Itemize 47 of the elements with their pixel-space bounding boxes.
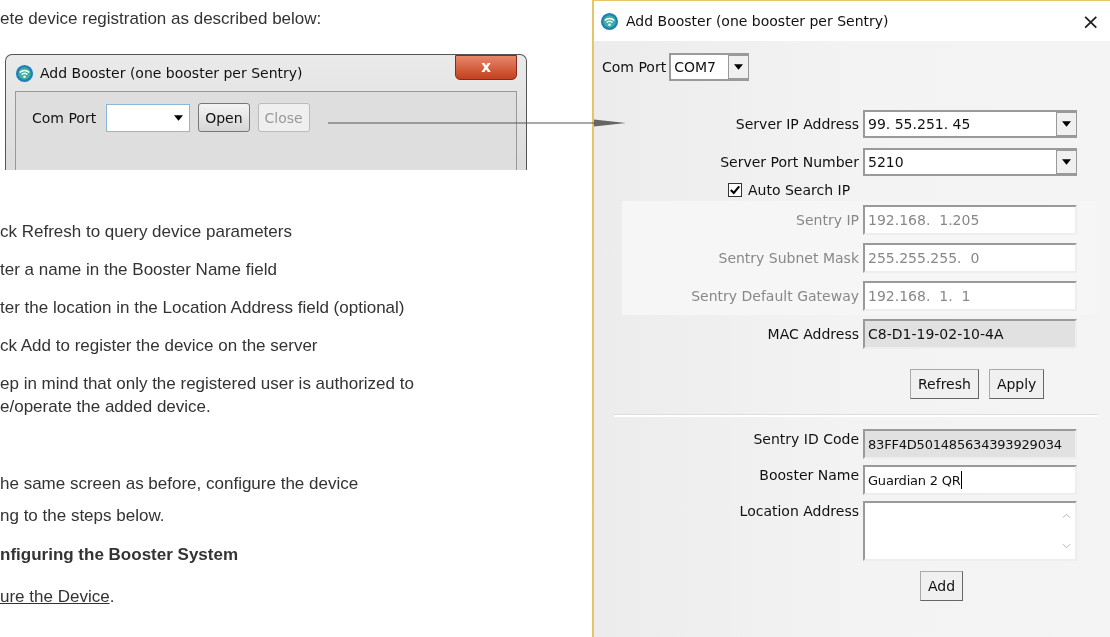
add-button[interactable]: Add bbox=[920, 571, 964, 601]
punctuation-text: . bbox=[109, 587, 115, 606]
com-port-dropdown[interactable]: COM7 bbox=[669, 53, 750, 81]
dialog-button[interactable]: Open bbox=[198, 103, 250, 132]
field-label: Server IP Address bbox=[734, 116, 859, 132]
field-label: Server Port Number bbox=[719, 154, 859, 170]
close-button[interactable]: × bbox=[1075, 8, 1106, 34]
readonly-field[interactable]: C8-D1-19-02-10-4A bbox=[863, 319, 1077, 349]
field-label: Sentry Default Gateway bbox=[690, 288, 859, 304]
readonly-field[interactable]: 83FF4D501485634393929034 bbox=[863, 429, 1077, 459]
caret-icon bbox=[1062, 121, 1071, 127]
step-text: ck Refresh to query device parameters bbox=[0, 221, 293, 243]
intro-text: ete device registration as described below: bbox=[0, 8, 323, 30]
app-icon bbox=[600, 11, 619, 31]
field-label: Sentry IP bbox=[795, 212, 859, 228]
field-label: Location Address bbox=[738, 502, 859, 519]
caret-icon bbox=[1062, 159, 1071, 165]
com-port-dropdown[interactable] bbox=[106, 103, 191, 132]
dropdown-field[interactable]: 5210 bbox=[863, 148, 1077, 176]
field-label: MAC Address bbox=[766, 326, 859, 342]
checkbox[interactable] bbox=[728, 183, 742, 197]
text-field[interactable]: Guardian 2 QR bbox=[863, 465, 1077, 495]
dropdown-field[interactable]: 99. 55.251. 45 bbox=[863, 110, 1077, 138]
paragraph-text: he same screen as before, configure the device ng to the steps below. bbox=[0, 473, 360, 527]
field-label: Sentry Subnet Mask bbox=[717, 250, 859, 266]
app-icon bbox=[15, 63, 34, 83]
dialog-title: Add Booster (one booster per Sentry) bbox=[40, 65, 303, 81]
step-text: ck Add to register the device on the server bbox=[0, 335, 319, 357]
scroll-up-icon[interactable] bbox=[1061, 513, 1071, 519]
caret-icon bbox=[174, 114, 184, 121]
caret-icon bbox=[734, 64, 744, 70]
field-label: Sentry ID Code bbox=[752, 430, 859, 447]
window-title: Add Booster (one booster per Sentry) bbox=[626, 13, 889, 29]
dialog-button[interactable]: Refresh bbox=[910, 369, 979, 399]
window-close-button[interactable]: x bbox=[455, 55, 517, 80]
com-port-label: Com Port bbox=[602, 59, 667, 75]
field-label: Booster Name bbox=[758, 466, 859, 483]
dialog-button[interactable]: Apply bbox=[988, 369, 1045, 399]
com-port-label: Com Port bbox=[32, 109, 97, 126]
step-text: ep in mind that only the registered user is authorized to e/operate the added device. bbox=[0, 373, 415, 418]
step-text: ter the location in the Location Address field (optional) bbox=[0, 297, 406, 319]
step-text: ter a name in the Booster Name field bbox=[0, 259, 278, 281]
checkbox-label: Auto Search IP bbox=[748, 182, 851, 198]
section-heading: nfiguring the Booster System bbox=[0, 544, 240, 566]
text-area[interactable] bbox=[863, 501, 1077, 561]
link[interactable]: ure the Device bbox=[0, 587, 110, 606]
scroll-down-icon[interactable] bbox=[1061, 543, 1071, 549]
